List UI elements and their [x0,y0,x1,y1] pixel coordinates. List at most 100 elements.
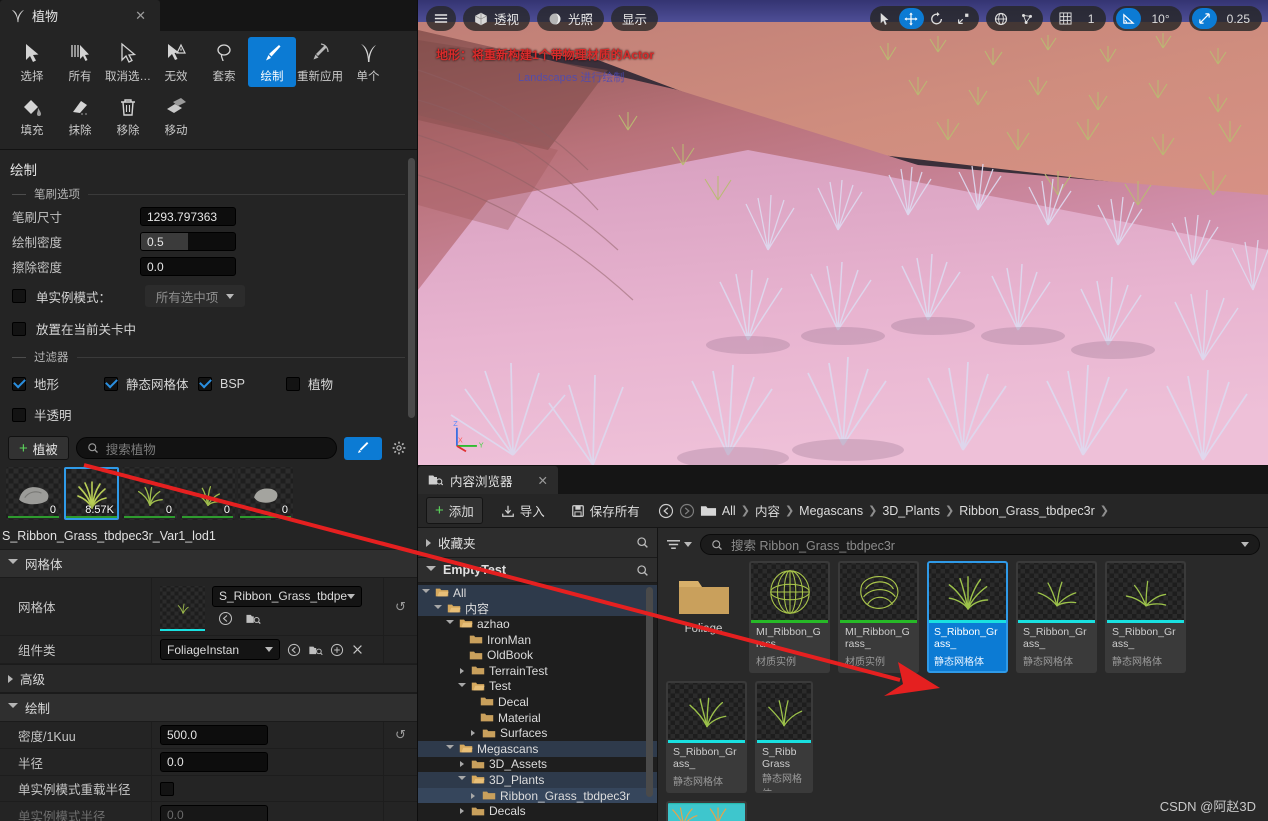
folder-icon[interactable] [700,504,717,518]
tree-node-decal[interactable]: Decal [418,694,657,710]
chevron-down-icon[interactable] [456,776,467,783]
filter-terrain-checkbox[interactable] [12,376,26,391]
tool-select-all[interactable]: 所有 [56,37,104,87]
place-in-level-checkbox[interactable] [12,321,26,336]
tab-foliage[interactable]: 植物 ✕ [0,0,160,31]
chevron-down-icon[interactable] [456,682,467,690]
import-button[interactable]: 导入 [493,498,553,523]
tool-select[interactable]: 选择 [8,37,56,87]
chevron-down-icon[interactable] [432,604,443,612]
use-selected-class-icon[interactable] [287,643,301,657]
advanced-section-header[interactable]: 高级 [0,664,417,693]
palette-item[interactable]: 0 [180,467,235,520]
tree-node-3d-plants[interactable]: 3D_Plants [418,772,657,788]
content-browser-close-icon[interactable]: ✕ [538,473,548,488]
favorites-header[interactable]: 收藏夹 [418,528,657,558]
palette-item[interactable]: 0 [122,467,177,520]
angle-snap-button[interactable] [1116,8,1142,29]
filter-foliage-checkbox[interactable] [286,376,300,391]
clear-class-icon[interactable] [351,643,364,656]
mesh-reset-icon[interactable]: ↺ [383,578,417,635]
filter-translucent[interactable]: 半透明 [12,400,72,429]
single-instance-dropdown[interactable]: 所有选中项 [145,285,246,307]
tool-move[interactable]: 移动 [152,91,200,141]
filter-static-mesh[interactable]: 静态网格体 [104,369,198,398]
palette-settings-button[interactable] [389,438,409,458]
back-arrow-icon[interactable] [658,503,674,519]
add-button[interactable]: + 添加 [426,497,483,524]
tree-node-megascans[interactable]: Megascans [418,740,657,757]
breadcrumb-item-2[interactable]: Megascans [799,504,863,518]
foliage-search-input[interactable]: 搜索植物 [75,437,337,459]
brush-size-input[interactable]: 1293.797363 [140,207,236,226]
scale-tool-button[interactable] [951,8,976,29]
tree-node-oldbook[interactable]: OldBook [418,647,657,663]
asset-tile[interactable]: S_Ribbon_Grass_ 静态网格体 [1105,561,1186,673]
chevron-down-icon[interactable] [420,589,431,596]
add-foliage-button[interactable]: + 植被 [8,436,69,460]
density-reset-icon[interactable]: ↺ [383,722,417,748]
tool-single[interactable]: 单个 [344,37,392,87]
tool-reapply[interactable]: 重新应用 [296,37,344,87]
tab-content-browser[interactable]: 内容浏览器 ✕ [418,466,558,494]
palette-edit-button[interactable] [344,436,382,460]
tree-node-all[interactable]: All [418,585,657,601]
erase-density-input[interactable]: 0.0 [140,257,236,276]
single-instance-override-radius-checkbox[interactable] [160,781,174,796]
filter-bsp[interactable]: BSP [198,369,286,398]
chevron-down-icon[interactable] [1241,542,1249,547]
select-tool-button[interactable] [873,8,898,29]
forward-arrow-icon[interactable] [679,503,695,519]
asset-tile-selected[interactable]: S_Ribbon_Grass_ 静态网格体 [927,561,1008,673]
scale-snap-value[interactable]: 0.25 [1218,12,1259,26]
mesh-section-header[interactable]: 网格体 [0,549,417,578]
mesh-asset-picker[interactable]: S_Ribbon_Grass_tbdpe [212,585,362,607]
chevron-right-icon[interactable] [456,667,467,674]
filter-button[interactable] [666,538,692,551]
scale-snap-button[interactable] [1191,8,1217,29]
mesh-thumbnail[interactable] [160,585,205,631]
asset-search-input[interactable]: 搜索 Ribbon_Grass_tbdpec3r [700,534,1260,555]
tree-node-terraintest[interactable]: TerrainTest [418,663,657,679]
palette-item-selected[interactable]: 8.57K [64,467,119,520]
paint-details-section-header[interactable]: 绘制 [0,693,417,722]
tool-lasso[interactable]: 套索 [200,37,248,87]
tree-node-surfaces[interactable]: Surfaces [418,725,657,741]
tree-node-content[interactable]: 内容 [418,600,657,617]
tree-node-ironman[interactable]: IronMan [418,632,657,648]
filter-static-mesh-checkbox[interactable] [104,376,118,391]
surface-snap-button[interactable] [1015,8,1040,29]
breadcrumb-item-1[interactable]: 内容 [755,501,780,520]
chevron-right-icon[interactable] [467,730,478,737]
paint-settings-scrollbar[interactable] [408,158,415,418]
asset-tile[interactable]: MI_Ribbon_Grass_ 材质实例 [838,561,919,673]
tool-erase[interactable]: 抹除 [56,91,104,141]
filter-foliage[interactable]: 植物 [286,369,333,398]
browse-class-icon[interactable] [308,643,323,657]
tree-node-material[interactable]: Material [418,710,657,726]
breadcrumb-item-3[interactable]: 3D_Plants [882,504,940,518]
viewport-menu-button[interactable] [426,6,456,31]
tree-node-3d-assets[interactable]: 3D_Assets [418,757,657,773]
search-icon[interactable] [636,564,649,577]
rotate-tool-button[interactable] [925,8,950,29]
radius-input[interactable]: 0.0 [160,752,268,772]
viewport-show-button[interactable]: 显示 [611,6,659,31]
palette-item[interactable]: 0 [238,467,293,520]
level-viewport[interactable]: 透视 光照 显示 1 10° 0.25 地形：将重新构建1个带物理材质的Acto… [418,0,1268,465]
grid-snap-button[interactable] [1053,8,1078,29]
browse-to-asset-icon[interactable] [245,611,261,626]
chevron-right-icon[interactable] [456,761,467,768]
asset-tile[interactable]: S_Ribb Grass 静态网格体 [755,681,813,793]
component-class-picker[interactable]: FoliageInstan [160,639,280,660]
tree-node-ribbon-grass[interactable]: Ribbon_Grass_tbdpec3r [418,787,657,804]
viewport-perspective-button[interactable]: 透视 [463,6,531,31]
asset-tile[interactable]: S_Ribbon_Grass_ 静态网格体 [666,681,747,793]
filter-bsp-checkbox[interactable] [198,376,212,391]
new-class-icon[interactable] [330,643,344,657]
paint-density-input[interactable]: 0.5 [140,232,236,251]
tree-scrollbar[interactable] [646,587,653,797]
project-header[interactable]: EmptyTest [418,558,657,583]
search-icon[interactable] [636,536,649,549]
chevron-down-icon[interactable] [444,620,455,627]
